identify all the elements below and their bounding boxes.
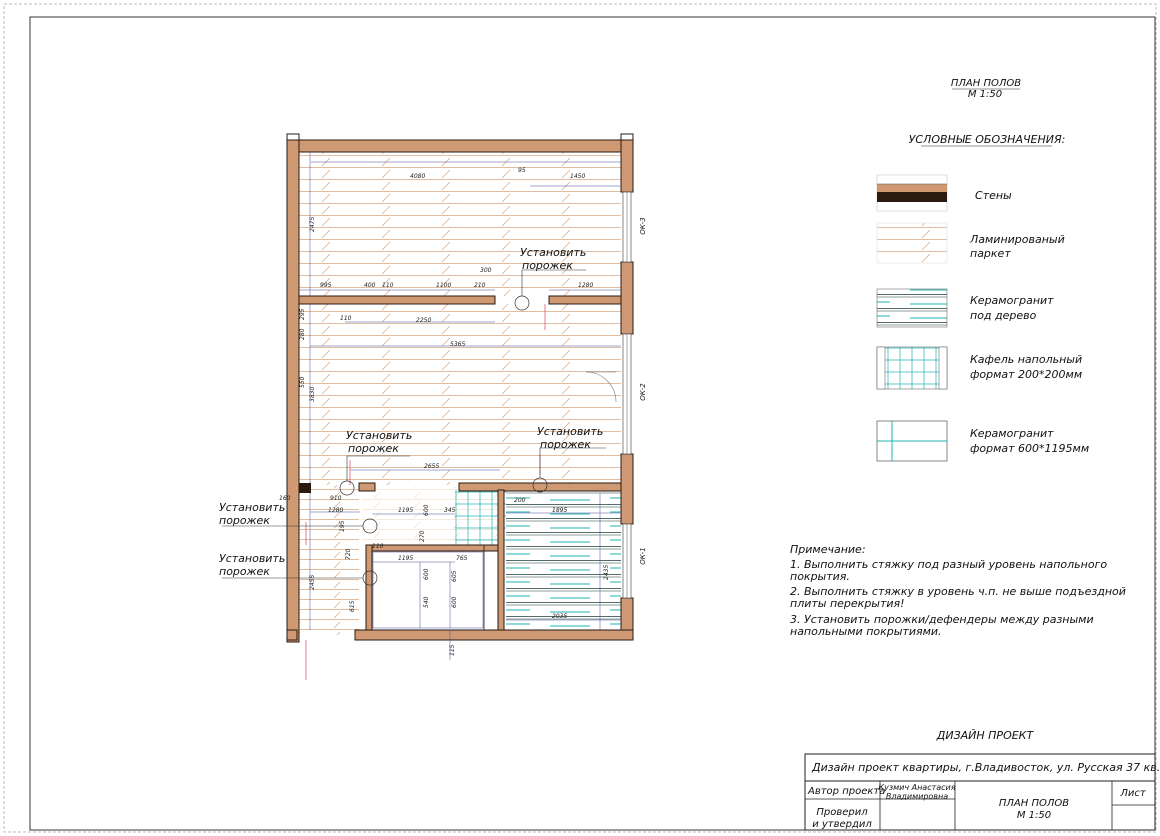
window-label-ok3: ОК-3: [639, 217, 647, 234]
threshold-note-2-line2: порожек: [540, 438, 591, 451]
threshold-note-2-line1: Установить: [537, 425, 603, 438]
design-heading: ДИЗАЙН ПРОЕКТ: [936, 729, 1035, 742]
dim-label: 1100: [436, 282, 451, 289]
threshold-note-1-line2: порожек: [522, 259, 573, 272]
dim-label: 765: [456, 555, 468, 562]
dim-label: 2250: [416, 317, 431, 324]
plan-scale: М 1:50: [968, 89, 1002, 100]
dim-label: 1195: [398, 555, 413, 562]
dim-label: 110: [340, 315, 352, 322]
checked-label-2: и утвердил: [812, 819, 872, 830]
dim-label: 115: [449, 644, 456, 656]
window-label-ok1: ОК-1: [639, 547, 647, 564]
legend-walls-label: Стены: [975, 189, 1012, 202]
dim-label: 605: [451, 570, 458, 582]
window-label-ok2: ОК-2: [639, 383, 647, 401]
notes-heading: Примечание:: [790, 543, 866, 556]
notes-block: Примечание: 1. Выполнить стяжку под разн…: [790, 543, 1126, 638]
dim-label: 550: [299, 376, 306, 388]
dim-label: 3830: [309, 387, 316, 402]
dim-label: 1195: [398, 507, 413, 514]
legend-laminate-label-2: паркет: [970, 247, 1011, 260]
floor-plan: ОК-3 ОК-2 ОК-1 Установить порожек Устано…: [219, 133, 647, 680]
dim-label: 1450: [570, 173, 585, 180]
legend: Стены Ламинированый паркет Керамогранит …: [876, 174, 1089, 462]
dim-label: 2435: [603, 565, 610, 580]
threshold-note-4-line1: Установить: [219, 501, 285, 514]
dim-label: 200: [514, 497, 526, 504]
dim-label: 280: [299, 328, 306, 340]
dim-label: 345: [444, 507, 456, 514]
dim-label: 110: [382, 282, 394, 289]
dim-label: 540: [423, 596, 430, 608]
legend-woodtile-label-2: под дерево: [970, 309, 1037, 322]
legend-largetile-label-2: формат 600*1195мм: [970, 442, 1089, 455]
plan-title: ПЛАН ПОЛОВ: [951, 78, 1021, 89]
notes-line: плиты перекрытия!: [790, 597, 905, 610]
dim-label: 2455: [309, 575, 316, 590]
dim-label: 160: [279, 495, 291, 502]
threshold-note-5-line1: Установить: [219, 552, 285, 565]
sheet-title: ПЛАН ПОЛОВ: [999, 798, 1069, 809]
dim-label: 1280: [578, 282, 593, 289]
dim-label: 195: [339, 520, 346, 532]
threshold-note-1-line1: Установить: [520, 246, 586, 259]
dim-label: 300: [480, 267, 492, 274]
dim-label: 600: [451, 596, 458, 608]
notes-line: покрытия.: [790, 570, 850, 583]
dim-label: 295: [299, 308, 306, 320]
title-block: ДИЗАЙН ПРОЕКТ Дизайн проект квартиры, г.…: [804, 729, 1160, 831]
threshold-note-5-line2: порожек: [219, 565, 270, 578]
notes-line: напольными покрытиями.: [790, 625, 942, 638]
wood-tile-swatch-icon: [876, 288, 948, 328]
dim-label: 110: [372, 543, 384, 550]
threshold-note-4-line2: порожек: [219, 514, 270, 527]
dim-label: 95: [518, 167, 526, 174]
legend-smalltile-label-2: формат 200*200мм: [970, 368, 1082, 381]
dim-label: 910: [330, 495, 342, 502]
floor-plan-sheet: ОК-3 ОК-2 ОК-1 Установить порожек Устано…: [3, 3, 1160, 833]
sheet-label: Лист: [1119, 788, 1147, 799]
legend-smalltile-label-1: Кафель напольный: [970, 353, 1082, 366]
large-tile-swatch-icon: [876, 420, 948, 462]
dim-label: 2475: [309, 217, 316, 232]
dim-label: 2655: [424, 463, 439, 470]
dim-label: 995: [320, 282, 332, 289]
legend-largetile-label-1: Керамогранит: [970, 427, 1054, 440]
dim-label: 1280: [328, 507, 343, 514]
dim-label: 5365: [450, 341, 465, 348]
author-name-2: Владимировна: [886, 792, 948, 801]
dim-label: 615: [349, 600, 356, 612]
dim-label: 1895: [552, 507, 567, 514]
wall-swatch-icon: [876, 174, 948, 212]
checked-label-1: Проверил: [816, 807, 868, 818]
dim-label: 210: [474, 282, 486, 289]
dim-label: 720: [345, 548, 352, 560]
author-name-1: Кузмич Анастасия: [878, 783, 955, 792]
laminate-swatch-icon: [876, 222, 948, 264]
dim-label: 2035: [552, 613, 567, 620]
author-label: Автор проекта: [807, 786, 885, 797]
dim-label: 600: [423, 568, 430, 580]
threshold-note-3-line1: Установить: [346, 429, 412, 442]
threshold-note-3-line2: порожек: [348, 442, 399, 455]
dim-label: 270: [419, 530, 426, 542]
legend-laminate-label-1: Ламинированый: [969, 233, 1065, 246]
project-description: Дизайн проект квартиры, г.Владивосток, у…: [811, 761, 1160, 774]
legend-woodtile-label-1: Керамогранит: [970, 294, 1054, 307]
dim-label: 600: [423, 504, 430, 516]
sheet-scale: М 1:50: [1017, 810, 1051, 821]
dim-label: 4080: [410, 173, 425, 180]
dim-label: 400: [364, 282, 376, 289]
small-tile-swatch-icon: [876, 346, 948, 390]
legend-title: УСЛОВНЫЕ ОБОЗНАЧЕНИЯ:: [909, 133, 1066, 146]
